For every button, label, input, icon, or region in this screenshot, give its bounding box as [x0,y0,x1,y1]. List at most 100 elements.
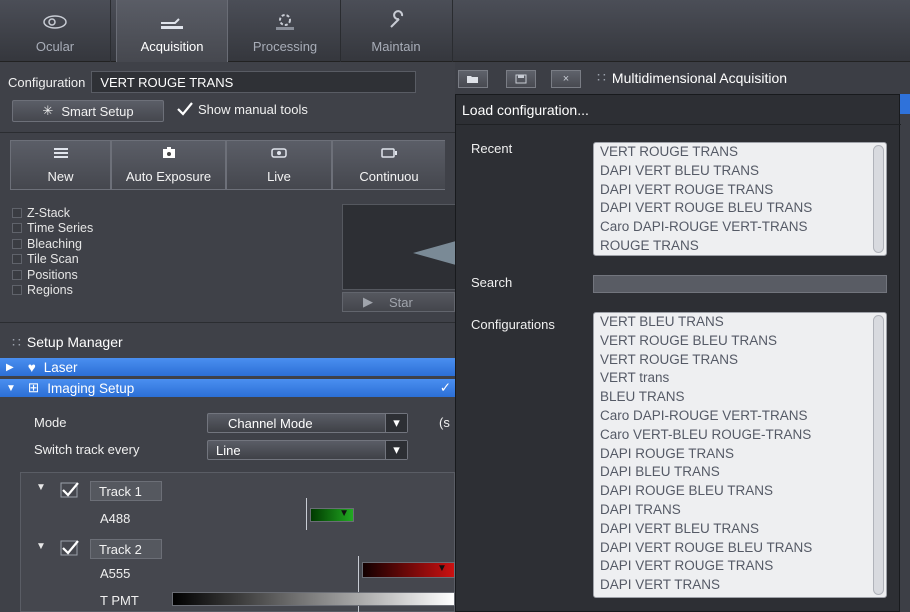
tile-scan-checkbox[interactable] [12,254,22,265]
acquisition-toolbar: New Auto Exposure Live Continuou [10,140,455,190]
configurations-scrollbar[interactable] [873,315,884,595]
channel-a488-label: A488 [100,511,131,526]
experiment-options-list: Z-Stack Time Series Bleaching Tile Scan … [12,205,93,298]
track-1-label[interactable]: Track 1 [90,481,162,501]
collapse-arrow-icon[interactable]: ▼ [36,482,46,493]
tab-acquisition[interactable]: Acquisition [116,0,228,62]
smart-setup-button[interactable]: ✳ Smart Setup [12,100,164,122]
multidim-title: Multidimensional Acquisition [611,69,788,86]
search-input[interactable] [593,275,887,293]
track-2-checkbox[interactable] [60,540,80,558]
option-regions[interactable]: Regions [12,283,93,299]
delete-config-button[interactable]: × [551,70,581,88]
collapse-arrow-icon[interactable]: ▼ [36,541,46,552]
configuration-item[interactable]: DAPI VERT ROUGE BLEU TRANS [594,539,886,558]
start-experiment-button[interactable]: ▶ Star [342,292,455,312]
setup-manager-header[interactable]: ∷ Setup Manager [0,330,455,354]
configuration-item[interactable]: DAPI TRANS [594,501,886,520]
tab-ocular[interactable]: Ocular [0,0,110,62]
option-tile-scan[interactable]: Tile Scan [12,252,93,268]
configuration-item[interactable]: VERT ROUGE TRANS [594,351,886,370]
recent-item[interactable]: Caro DAPI-ROUGE VERT-TRANS [594,218,886,237]
bleaching-checkbox[interactable] [12,238,22,249]
configuration-item[interactable]: DAPI ROUGE TRANS [594,445,886,464]
configuration-item[interactable]: DAPI VERT ROUGE TRANS [594,557,886,576]
new-button[interactable]: New [10,140,111,190]
option-positions[interactable]: Positions [12,267,93,283]
continuous-label: Continuou [359,169,419,184]
configuration-item[interactable]: DAPI VERT TRANS [594,576,886,595]
tab-processing[interactable]: Processing [230,0,340,62]
close-icon: × [562,73,570,85]
camera-icon [162,147,175,158]
show-manual-tools-row[interactable]: Show manual tools [176,101,308,117]
divider [0,132,455,133]
track-1-checkbox[interactable] [60,482,80,500]
mode-label: Mode [34,415,67,430]
search-label: Search [471,275,513,290]
configuration-item[interactable]: VERT ROUGE BLEU TRANS [594,332,886,351]
live-button[interactable]: Live [226,140,332,190]
recent-item[interactable]: DAPI VERT ROUGE TRANS [594,181,886,200]
recent-item[interactable]: DAPI VERT ROUGE BLEU TRANS [594,199,886,218]
configuration-field[interactable]: VERT ROUGE TRANS [91,71,417,93]
option-label: Tile Scan [27,252,79,267]
acquisition-icon [161,18,183,29]
recent-item[interactable]: ROUGE TRANS [594,237,886,255]
recent-list[interactable]: VERT ROUGE TRANS DAPI VERT BLEU TRANS DA… [593,142,887,256]
option-z-stack[interactable]: Z-Stack [12,205,93,221]
recent-item[interactable]: VERT ROUGE TRANS [594,143,886,162]
mode-dropdown[interactable]: Channel Mode ▾ [207,413,408,433]
live-button-label: Live [267,169,291,184]
load-configuration-title[interactable]: Load configuration... [456,95,901,125]
option-bleaching[interactable]: Bleaching [12,236,93,252]
configuration-item[interactable]: DAPI BLEU TRANS [594,463,886,482]
recent-scrollbar[interactable] [873,145,884,253]
load-config-button[interactable] [458,70,488,88]
mode-extra-text: (s [439,415,450,430]
option-time-series[interactable]: Time Series [12,221,93,237]
configuration-item[interactable]: Caro DAPI-ROUGE VERT-TRANS [594,407,886,426]
tab-acquisition-label: Acquisition [140,39,204,54]
imaging-setup-section-bar[interactable]: ▼ ⊞ Imaging Setup ✓ [0,379,455,397]
recent-item[interactable]: DAPI VERT BLEU TRANS [594,162,886,181]
tab-maintain[interactable]: Maintain [341,0,451,62]
show-manual-tools-checkbox[interactable] [176,101,193,117]
configuration-item[interactable]: Caro VERT-BLEU ROUGE-TRANS [594,426,886,445]
laser-section-bar[interactable]: ▶ ♥ Laser [0,358,455,376]
configuration-item[interactable]: VERT BLEU TRANS [594,313,886,332]
play-icon: ▶ [363,294,373,309]
channel-tpmt-color-selector[interactable] [172,592,455,606]
switch-track-dropdown[interactable]: Line ▾ [207,440,408,460]
laser-icon: ♥ [27,359,36,375]
chevron-down-icon: ▼ [437,563,447,574]
auto-exposure-button[interactable]: Auto Exposure [111,140,226,190]
chevron-down-icon: ▾ [385,441,407,459]
channel-a555-color-selector[interactable]: ▼ [362,562,455,578]
save-config-button[interactable] [506,70,536,88]
switch-track-value: Line [216,442,241,458]
expand-arrow-icon: ▶ [6,361,14,373]
configurations-label: Configurations [471,317,555,332]
z-stack-checkbox[interactable] [12,207,22,218]
channel-tpmt-label: T PMT [100,593,139,608]
option-label: Regions [27,283,73,298]
positions-checkbox[interactable] [12,269,22,280]
collapse-arrow-icon: ▼ [6,382,16,394]
channel-a488-color-selector[interactable]: ▼ [310,508,354,522]
load-configuration-popup: Load configuration... Recent VERT ROUGE … [455,94,901,612]
option-label: Positions [27,267,78,282]
experiment-preview [342,204,456,290]
configuration-item[interactable]: DAPI VERT BLEU TRANS [594,520,886,539]
imaging-setup-label: Imaging Setup [47,380,135,396]
track-2-label[interactable]: Track 2 [90,539,162,559]
configuration-item[interactable]: VERT trans [594,369,886,388]
time-series-checkbox[interactable] [12,223,22,234]
regions-checkbox[interactable] [12,285,22,296]
new-button-label: New [47,169,74,184]
recent-label: Recent [471,141,513,156]
configuration-item[interactable]: DAPI ROUGE BLEU TRANS [594,482,886,501]
configuration-item[interactable]: BLEU TRANS [594,388,886,407]
continuous-button[interactable]: Continuou [332,140,445,190]
configurations-list[interactable]: VERT BLEU TRANS VERT ROUGE BLEU TRANS VE… [593,312,887,598]
